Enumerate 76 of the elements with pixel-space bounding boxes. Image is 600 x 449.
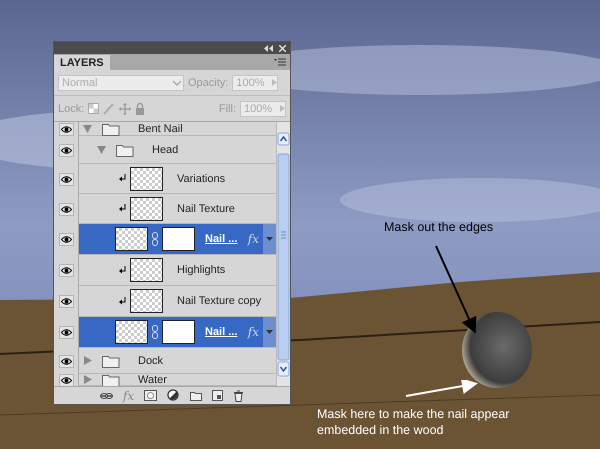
layer-name: Bent Nail (138, 122, 183, 134)
layer-row[interactable]: Nail ... fx (79, 317, 276, 348)
eye-icon (60, 358, 72, 364)
eye-icon (60, 329, 72, 336)
layer-row[interactable]: Water (79, 374, 276, 386)
checkerboard-icon[interactable] (88, 103, 100, 114)
layer-thumbnail (130, 196, 163, 220)
effects-icon[interactable]: fx (248, 325, 259, 339)
caret-icon[interactable] (266, 330, 273, 334)
visibility-toggle[interactable] (58, 374, 74, 386)
eye-icon (60, 206, 72, 212)
caret-icon[interactable] (266, 237, 273, 241)
layer-name: Nail Texture copy (177, 295, 262, 307)
effects-icon[interactable]: fx (248, 232, 259, 246)
layer-name[interactable]: Nail ... (205, 233, 238, 245)
link-icon[interactable] (100, 390, 113, 400)
eye-icon (60, 267, 72, 274)
new-layer-icon[interactable] (212, 390, 224, 401)
layer-row[interactable]: Nail ... fx (79, 224, 276, 255)
visibility-toggle[interactable] (58, 144, 74, 156)
clip-arrow-icon (119, 296, 126, 306)
layer-name: Nail Texture (177, 202, 235, 214)
folder-icon[interactable] (190, 390, 202, 401)
annotation-text: Mask here to make the nail appear embedded in the wood (317, 406, 510, 438)
visibility-toggle[interactable] (58, 122, 74, 136)
annotation-text: Mask out the edges (384, 219, 494, 235)
folder-icon (102, 354, 120, 368)
panel-tab[interactable]: LAYERS (54, 55, 110, 70)
layer-thumbnail (115, 227, 148, 251)
close-icon[interactable] (279, 44, 286, 52)
chain-link-icon (152, 232, 158, 246)
layer-name: Variations (177, 172, 226, 184)
layer-row[interactable]: Variations (79, 164, 276, 194)
layer-thumbnail (130, 166, 163, 190)
visibility-toggle[interactable] (58, 354, 74, 368)
opacity-label: Opacity: (188, 76, 228, 88)
eye-icon (60, 376, 72, 384)
layer-row[interactable]: Nail Texture (79, 194, 276, 224)
clip-arrow-icon (119, 266, 126, 274)
visibility-toggle[interactable] (58, 264, 74, 277)
eye-icon (60, 146, 72, 154)
menu-icon[interactable] (274, 58, 286, 66)
collapse-icon[interactable] (264, 44, 273, 52)
eye-icon (60, 236, 72, 243)
mask-thumbnail (162, 227, 195, 251)
layer-name: Highlights (177, 264, 226, 276)
eye-icon (60, 176, 72, 182)
scrollbar[interactable] (276, 122, 290, 386)
chain-link-icon (152, 325, 158, 339)
layer-thumbnail (115, 320, 148, 344)
layer-row[interactable]: Highlights (79, 255, 276, 286)
fill-label: Fill: (218, 102, 236, 114)
layer-row[interactable]: Bent Nail (79, 122, 276, 136)
layer-name: Head (152, 144, 178, 156)
visibility-toggle[interactable] (58, 202, 74, 216)
clip-arrow-icon (119, 174, 126, 183)
layer-row[interactable]: Nail Texture copy (79, 286, 276, 317)
folder-icon (116, 142, 134, 156)
layer-name[interactable]: Nail ... (205, 326, 238, 338)
layer-name: Dock (138, 354, 164, 366)
mask-thumbnail (162, 320, 195, 344)
visibility-toggle[interactable] (58, 326, 74, 339)
eye-icon (60, 126, 72, 132)
caret-icon (171, 78, 183, 86)
layer-name: Water (138, 374, 167, 386)
visibility-toggle[interactable] (58, 233, 74, 246)
visibility-toggle[interactable] (58, 295, 74, 308)
lock-label: Lock: (58, 102, 84, 114)
eye-icon (60, 298, 72, 305)
half-circle-icon[interactable] (167, 389, 180, 402)
layer-thumbnail (130, 258, 163, 282)
layer-thumbnail (130, 289, 163, 313)
visibility-toggle[interactable] (58, 172, 74, 186)
clip-arrow-icon (119, 204, 126, 213)
trash-icon[interactable] (233, 390, 244, 402)
mask-icon[interactable] (144, 390, 158, 401)
